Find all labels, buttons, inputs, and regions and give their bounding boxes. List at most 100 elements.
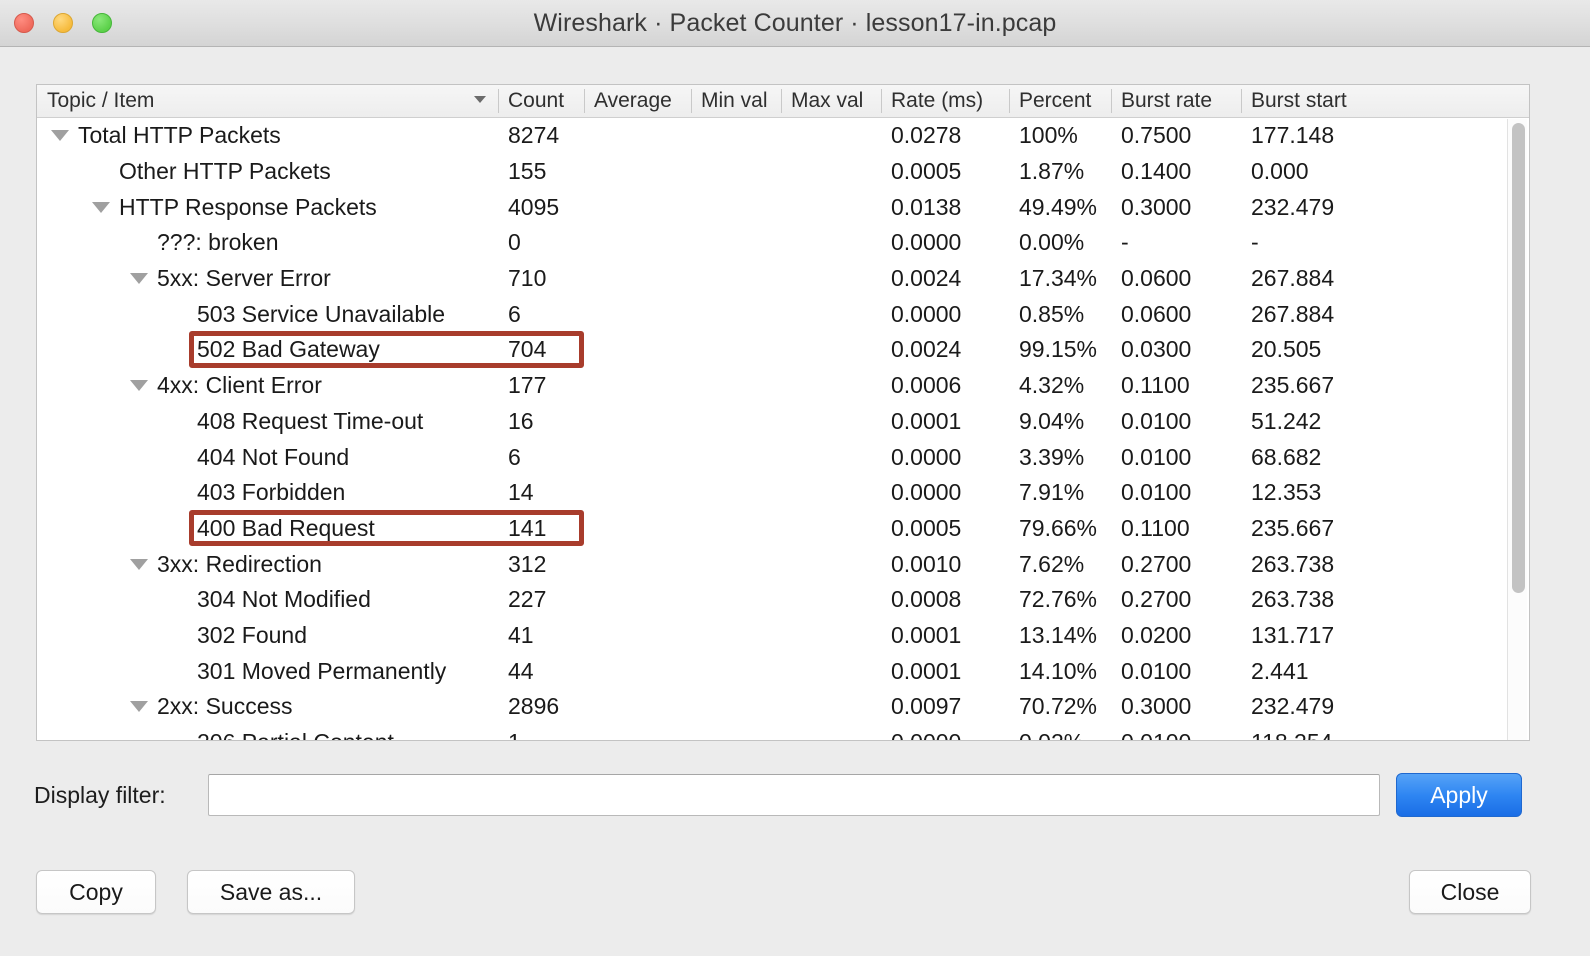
title-bar: Wireshark · Packet Counter · lesson17-in… — [0, 0, 1590, 47]
topic-label: 302 Found — [197, 622, 307, 649]
cell-rate: 0.0006 — [881, 372, 1009, 399]
close-button[interactable]: Close — [1409, 870, 1531, 914]
table-row[interactable]: Other HTTP Packets1550.00051.87%0.14000.… — [37, 154, 1529, 190]
table-row[interactable]: ???: broken00.00000.00%-- — [37, 225, 1529, 261]
display-filter-input[interactable] — [208, 774, 1380, 816]
cell-pct: 17.34% — [1009, 265, 1111, 292]
column-header-pct[interactable]: Percent — [1009, 85, 1111, 117]
table-row[interactable]: 4xx: Client Error1770.00064.32%0.1100235… — [37, 368, 1529, 404]
table-row[interactable]: 502 Bad Gateway7040.002499.15%0.030020.5… — [37, 332, 1529, 368]
table-row[interactable]: 503 Service Unavailable60.00000.85%0.060… — [37, 296, 1529, 332]
apply-button[interactable]: Apply — [1396, 773, 1522, 817]
disclosure-triangle-expanded-icon[interactable] — [130, 380, 148, 391]
column-header-bstart[interactable]: Burst start — [1241, 85, 1499, 117]
cell-bstart: 177.148 — [1241, 122, 1499, 149]
vertical-scrollbar-track[interactable] — [1507, 119, 1527, 740]
cell-bstart: 20.505 — [1241, 336, 1499, 363]
cell-bstart: 118.254 — [1241, 729, 1499, 740]
cell-pct: 14.10% — [1009, 658, 1111, 685]
display-filter-row: Display filter: Apply — [0, 770, 1590, 826]
cell-rate: 0.0010 — [881, 551, 1009, 578]
topic-label: 3xx: Redirection — [157, 551, 322, 578]
cell-count: 8274 — [498, 122, 584, 149]
cell-bstart: 235.667 — [1241, 515, 1499, 542]
disclosure-triangle-expanded-icon[interactable] — [130, 701, 148, 712]
table-row[interactable]: 304 Not Modified2270.000872.76%0.2700263… — [37, 582, 1529, 618]
cell-pct: 100% — [1009, 122, 1111, 149]
column-header-min[interactable]: Min val — [691, 85, 781, 117]
cell-count: 44 — [498, 658, 584, 685]
column-header-topic[interactable]: Topic / Item — [37, 85, 498, 117]
table-row[interactable]: 302 Found410.000113.14%0.0200131.717 — [37, 618, 1529, 654]
cell-bstart: 267.884 — [1241, 301, 1499, 328]
column-header-avg[interactable]: Average — [584, 85, 691, 117]
window-title: Wireshark · Packet Counter · lesson17-in… — [0, 0, 1590, 47]
save-as-button[interactable]: Save as... — [187, 870, 355, 914]
cell-topic: 502 Bad Gateway — [37, 336, 498, 363]
column-header-count[interactable]: Count — [498, 85, 584, 117]
table-row[interactable]: 404 Not Found60.00003.39%0.010068.682 — [37, 439, 1529, 475]
topic-label: 502 Bad Gateway — [197, 336, 380, 363]
column-header-brate[interactable]: Burst rate — [1111, 85, 1241, 117]
topic-label: 5xx: Server Error — [157, 265, 331, 292]
cell-brate: 0.1400 — [1111, 158, 1241, 185]
chevron-down-icon[interactable] — [474, 96, 486, 103]
cell-count: 155 — [498, 158, 584, 185]
topic-label: 404 Not Found — [197, 444, 349, 471]
table-row[interactable]: 2xx: Success28960.009770.72%0.3000232.47… — [37, 689, 1529, 725]
display-filter-label: Display filter: — [34, 782, 166, 809]
cell-count: 41 — [498, 622, 584, 649]
cell-brate: 0.0300 — [1111, 336, 1241, 363]
cell-count: 1 — [498, 729, 584, 740]
column-header-label: Count — [508, 89, 564, 112]
column-header-label: Topic / Item — [47, 89, 154, 112]
cell-count: 16 — [498, 408, 584, 435]
column-header-label: Percent — [1019, 89, 1091, 112]
cell-brate: 0.7500 — [1111, 122, 1241, 149]
cell-pct: 7.62% — [1009, 551, 1111, 578]
cell-count: 0 — [498, 229, 584, 256]
topic-label: HTTP Response Packets — [119, 194, 377, 221]
cell-rate: 0.0001 — [881, 658, 1009, 685]
table-row[interactable]: 408 Request Time-out160.00019.04%0.01005… — [37, 404, 1529, 440]
cell-rate: 0.0024 — [881, 265, 1009, 292]
cell-rate: 0.0001 — [881, 622, 1009, 649]
cell-topic: 304 Not Modified — [37, 586, 498, 613]
table-row[interactable]: HTTP Response Packets40950.013849.49%0.3… — [37, 189, 1529, 225]
cell-topic: 400 Bad Request — [37, 515, 498, 542]
cell-topic: Other HTTP Packets — [37, 158, 498, 185]
cell-count: 6 — [498, 301, 584, 328]
topic-label: 206 Partial Content — [197, 729, 394, 740]
cell-brate: 0.0600 — [1111, 265, 1241, 292]
cell-count: 227 — [498, 586, 584, 613]
table-row[interactable]: 301 Moved Permanently440.000114.10%0.010… — [37, 653, 1529, 689]
table-row[interactable]: Total HTTP Packets82740.0278100%0.750017… — [37, 118, 1529, 154]
topic-label: 2xx: Success — [157, 693, 293, 720]
table-row[interactable]: 206 Partial Content10.00000.02%0.0100118… — [37, 725, 1529, 740]
table-header-row: Topic / Item Count AverageMin valMax valRa… — [37, 85, 1529, 118]
vertical-scrollbar-thumb[interactable] — [1512, 123, 1525, 593]
packet-counter-table: Topic / Item Count AverageMin valMax valRa… — [36, 84, 1530, 741]
cell-count: 4095 — [498, 194, 584, 221]
column-header-max[interactable]: Max val — [781, 85, 881, 117]
table-row[interactable]: 403 Forbidden140.00007.91%0.010012.353 — [37, 475, 1529, 511]
column-header-rate[interactable]: Rate (ms) — [881, 85, 1009, 117]
cell-bstart: 263.738 — [1241, 551, 1499, 578]
table-row[interactable]: 5xx: Server Error7100.002417.34%0.060026… — [37, 261, 1529, 297]
cell-pct: 49.49% — [1009, 194, 1111, 221]
topic-label: 503 Service Unavailable — [197, 301, 445, 328]
table-row[interactable]: 400 Bad Request1410.000579.66%0.1100235.… — [37, 511, 1529, 547]
cell-brate: 0.0100 — [1111, 658, 1241, 685]
cell-rate: 0.0005 — [881, 158, 1009, 185]
cell-rate: 0.0000 — [881, 301, 1009, 328]
copy-button[interactable]: Copy — [36, 870, 156, 914]
disclosure-triangle-expanded-icon[interactable] — [51, 130, 69, 141]
disclosure-triangle-expanded-icon[interactable] — [130, 559, 148, 570]
disclosure-triangle-expanded-icon[interactable] — [92, 202, 110, 213]
topic-label: 408 Request Time-out — [197, 408, 423, 435]
cell-pct: 0.02% — [1009, 729, 1111, 740]
cell-count: 710 — [498, 265, 584, 292]
cell-count: 6 — [498, 444, 584, 471]
disclosure-triangle-expanded-icon[interactable] — [130, 273, 148, 284]
table-row[interactable]: 3xx: Redirection3120.00107.62%0.2700263.… — [37, 546, 1529, 582]
